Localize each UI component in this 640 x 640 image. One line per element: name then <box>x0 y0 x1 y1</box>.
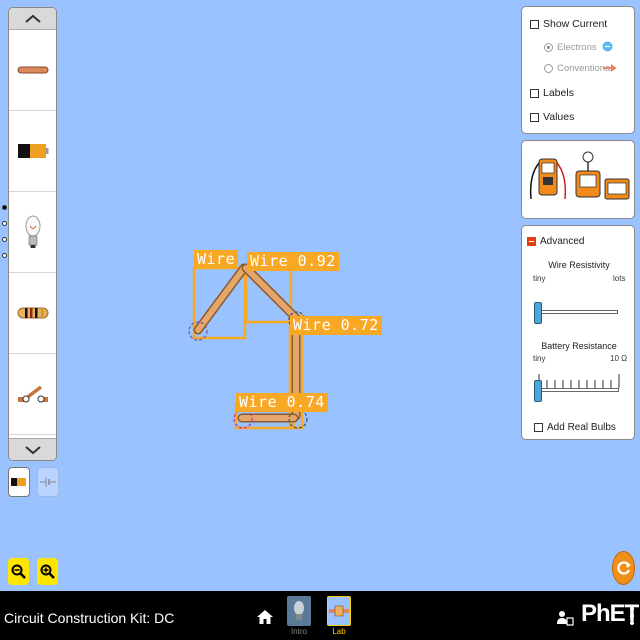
sim-title: Circuit Construction Kit: DC <box>4 610 175 626</box>
advanced-panel: Advanced Wire Resistivity tiny lots Batt… <box>521 225 635 440</box>
battery-resistance-track[interactable] <box>538 388 619 392</box>
checkbox-box[interactable] <box>530 19 539 29</box>
page-dot[interactable] <box>2 253 7 258</box>
detection-label: Wire 0.74 <box>236 393 328 412</box>
wire[interactable] <box>241 263 301 323</box>
checkbox-box[interactable] <box>530 88 539 98</box>
carousel-page-indicator <box>2 205 8 269</box>
schematic-view-icon <box>40 477 56 487</box>
electrons-radio[interactable]: Electrons <box>544 42 597 53</box>
switch-icon <box>17 385 48 403</box>
chevron-up-icon <box>24 14 41 23</box>
zoom-out-icon <box>11 564 26 579</box>
detection-label: Wire 0.92 <box>247 252 339 271</box>
schematic-view-button[interactable] <box>37 467 59 497</box>
reset-all-button[interactable] <box>612 551 635 585</box>
lifelike-view-icon <box>11 478 26 486</box>
checkbox-box[interactable] <box>534 423 543 432</box>
carousel-item-wire[interactable] <box>9 30 56 111</box>
intro-screen-icon <box>287 596 311 626</box>
wire-resistivity-max: lots <box>613 274 626 283</box>
component-carousel <box>8 7 57 461</box>
carousel-down-button[interactable] <box>9 438 56 460</box>
page-dot[interactable] <box>2 237 7 242</box>
battery-icon <box>17 144 48 158</box>
resistor-icon <box>17 307 48 319</box>
wire-resistivity-min: tiny <box>533 274 546 283</box>
battery-resistance-label: Battery Resistance <box>541 341 617 351</box>
radio-button[interactable] <box>544 43 553 52</box>
electrons-label: Electrons <box>557 42 597 53</box>
carousel-item-light-bulb[interactable] <box>9 192 56 273</box>
zoom-in-button[interactable] <box>37 558 58 585</box>
non-contact-ammeter-icon[interactable] <box>604 177 630 201</box>
voltmeter-icon[interactable] <box>529 155 567 201</box>
labels-label: Labels <box>543 87 574 99</box>
detection-label-partial: Wire <box>194 250 239 269</box>
show-current-checkbox[interactable]: Show Current <box>530 18 607 30</box>
wire-resistivity-track[interactable] <box>538 310 618 314</box>
values-checkbox[interactable]: Values <box>530 111 574 123</box>
collapse-icon[interactable] <box>527 237 536 246</box>
values-label: Values <box>543 111 575 123</box>
page-dot[interactable] <box>2 221 7 226</box>
zoom-in-icon <box>40 564 55 579</box>
carousel-up-button[interactable] <box>9 8 56 30</box>
navigation-bar: Circuit Construction Kit: DC Intro Lab P… <box>0 591 640 640</box>
show-current-label: Show Current <box>543 18 608 30</box>
lifelike-view-button[interactable] <box>8 467 30 497</box>
battery-resistance-thumb[interactable] <box>534 380 542 402</box>
zoom-out-button[interactable] <box>8 558 29 585</box>
carousel-item-resistor[interactable] <box>9 273 56 354</box>
electron-icon <box>602 41 613 52</box>
wire[interactable] <box>193 263 249 335</box>
advanced-title: Advanced <box>540 236 585 247</box>
wire-resistivity-thumb[interactable] <box>534 302 542 324</box>
battery-resistance-min: tiny <box>533 354 546 363</box>
radio-button[interactable] <box>544 64 553 73</box>
nav-screen-label: Lab <box>332 627 346 636</box>
tools-panel <box>521 140 635 219</box>
arrow-right-icon <box>603 64 617 72</box>
more-options-icon[interactable] <box>629 605 635 627</box>
light-bulb-icon <box>25 215 40 248</box>
battery-resistance-max: 10 Ω <box>610 354 628 363</box>
chevron-down-icon <box>24 445 41 454</box>
advanced-toggle[interactable]: Advanced <box>527 236 584 247</box>
carousel-item-battery[interactable] <box>9 111 56 192</box>
wire-icon <box>17 66 48 74</box>
add-real-bulbs-label: Add Real Bulbs <box>547 422 616 433</box>
nav-screen-lab[interactable]: Lab <box>327 596 351 636</box>
nav-screen-intro[interactable]: Intro <box>287 596 311 636</box>
reset-icon <box>616 561 631 575</box>
labels-checkbox[interactable]: Labels <box>530 87 574 99</box>
nav-screen-label: Intro <box>290 627 307 636</box>
display-options-panel: Show Current Electrons Conventional Labe… <box>521 6 635 134</box>
keyboard-help-icon[interactable] <box>556 610 574 626</box>
battery-resistance-ticks <box>538 374 620 388</box>
lab-screen-icon <box>327 596 351 626</box>
checkbox-box[interactable] <box>530 112 539 122</box>
add-real-bulbs-checkbox[interactable]: Add Real Bulbs <box>534 422 616 433</box>
page-dot[interactable] <box>2 205 7 210</box>
detection-label: Wire 0.72 <box>290 316 382 335</box>
ammeter-icon[interactable] <box>575 149 601 201</box>
home-icon[interactable] <box>257 610 273 624</box>
wire-resistivity-label: Wire Resistivity <box>548 260 610 270</box>
carousel-item-switch[interactable] <box>9 354 56 435</box>
